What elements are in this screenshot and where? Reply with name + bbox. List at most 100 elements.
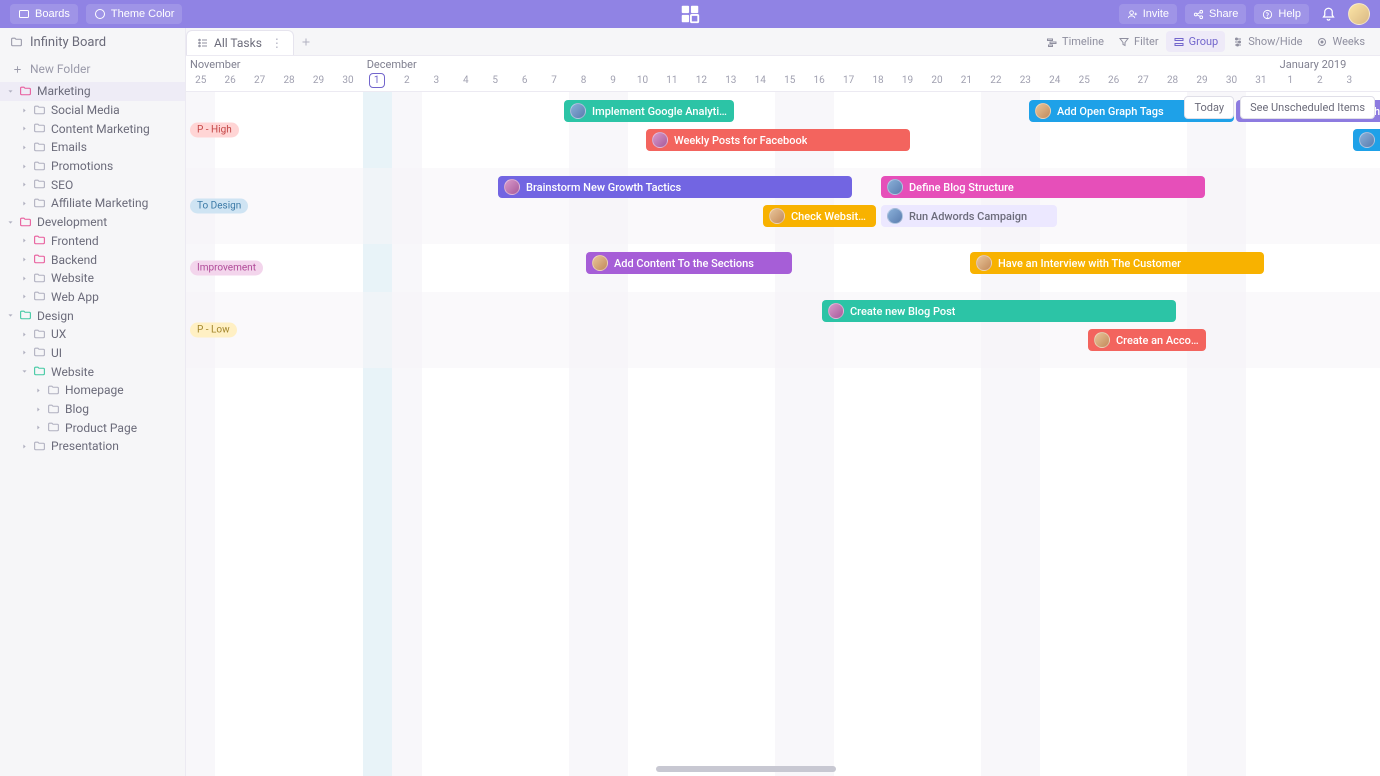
user-avatar[interactable] bbox=[1348, 3, 1370, 25]
help-button[interactable]: Help bbox=[1254, 4, 1309, 24]
day-cell[interactable]: 22 bbox=[981, 75, 1010, 86]
toolbar-weeks[interactable]: Weeks bbox=[1309, 31, 1372, 52]
task-bar[interactable]: Implement Google Analytics bbox=[564, 100, 734, 122]
day-cell[interactable]: 30 bbox=[1217, 75, 1246, 86]
unscheduled-button[interactable]: See Unscheduled Items bbox=[1240, 96, 1375, 119]
day-cell[interactable]: 26 bbox=[1099, 75, 1128, 86]
day-cell[interactable]: 24 bbox=[1040, 75, 1069, 86]
tree-item[interactable]: Marketing bbox=[0, 82, 185, 101]
tree-item[interactable]: Content Marketing bbox=[0, 119, 185, 138]
task-bar[interactable]: Weekly Posts for Facebook bbox=[646, 129, 910, 151]
day-cell[interactable]: 3 bbox=[1335, 75, 1364, 86]
add-tab-button[interactable] bbox=[294, 28, 318, 55]
lane-tag[interactable]: To Design bbox=[190, 198, 248, 213]
task-bar[interactable]: Add Content To the Sections bbox=[586, 252, 792, 274]
day-cell[interactable]: 25 bbox=[1070, 75, 1099, 86]
day-cell[interactable]: 7 bbox=[539, 75, 568, 86]
day-cell[interactable]: 1 bbox=[1276, 75, 1305, 86]
tree-item[interactable]: Product Page bbox=[0, 418, 185, 437]
task-bar[interactable]: Check Website P... bbox=[763, 205, 876, 227]
day-cell[interactable]: 30 bbox=[333, 75, 362, 86]
tree-item[interactable]: Website bbox=[0, 269, 185, 288]
day-cell[interactable]: 10 bbox=[628, 75, 657, 86]
lane-tag[interactable]: P - Low bbox=[190, 322, 237, 337]
chevron-right-icon[interactable] bbox=[34, 387, 42, 394]
day-cell[interactable]: 1 bbox=[369, 73, 385, 88]
day-cell[interactable]: 31 bbox=[1246, 75, 1275, 86]
chevron-right-icon[interactable] bbox=[6, 88, 14, 95]
chevron-right-icon[interactable] bbox=[20, 275, 28, 282]
tree-item[interactable]: Development bbox=[0, 213, 185, 232]
share-button[interactable]: Share bbox=[1185, 4, 1246, 24]
chevron-right-icon[interactable] bbox=[20, 368, 28, 375]
day-cell[interactable]: 11 bbox=[657, 75, 686, 86]
tree-item[interactable]: Frontend bbox=[0, 232, 185, 251]
day-cell[interactable]: 12 bbox=[687, 75, 716, 86]
tree-item[interactable]: Affiliate Marketing bbox=[0, 194, 185, 213]
chevron-right-icon[interactable] bbox=[20, 443, 28, 450]
chevron-right-icon[interactable] bbox=[20, 125, 28, 132]
chevron-right-icon[interactable] bbox=[20, 349, 28, 356]
day-cell[interactable]: 8 bbox=[569, 75, 598, 86]
tree-item[interactable]: Backend bbox=[0, 250, 185, 269]
tree-item[interactable]: Homepage bbox=[0, 381, 185, 400]
chevron-right-icon[interactable] bbox=[20, 237, 28, 244]
day-cell[interactable]: 2 bbox=[392, 75, 421, 86]
day-cell[interactable]: 13 bbox=[716, 75, 745, 86]
day-cell[interactable]: 26 bbox=[215, 75, 244, 86]
invite-button[interactable]: Invite bbox=[1119, 4, 1177, 24]
tab-more-icon[interactable]: ⋮ bbox=[271, 36, 283, 50]
tree-item[interactable]: UX bbox=[0, 325, 185, 344]
tree-item[interactable]: Web App bbox=[0, 288, 185, 307]
day-cell[interactable]: 29 bbox=[304, 75, 333, 86]
lane-tag[interactable]: P - High bbox=[190, 122, 239, 137]
tab-all-tasks[interactable]: All Tasks ⋮ bbox=[186, 30, 294, 55]
day-cell[interactable]: 6 bbox=[510, 75, 539, 86]
toolbar-filter[interactable]: Filter bbox=[1111, 31, 1166, 52]
task-bar[interactable]: Create an Acco... bbox=[1088, 329, 1206, 351]
tree-item[interactable]: Website bbox=[0, 362, 185, 381]
chevron-right-icon[interactable] bbox=[20, 181, 28, 188]
tree-item[interactable]: Presentation bbox=[0, 437, 185, 456]
day-cell[interactable]: 27 bbox=[1128, 75, 1157, 86]
toolbar-showhide[interactable]: Show/Hide bbox=[1225, 31, 1309, 52]
day-cell[interactable]: 17 bbox=[834, 75, 863, 86]
tree-item[interactable]: Emails bbox=[0, 138, 185, 157]
scrollbar-thumb[interactable] bbox=[656, 766, 836, 772]
theme-button[interactable]: Theme Color bbox=[86, 4, 183, 24]
day-cell[interactable]: 3 bbox=[422, 75, 451, 86]
task-bar[interactable]: Brainstorm New Growth Tactics bbox=[498, 176, 852, 198]
day-cell[interactable]: 9 bbox=[598, 75, 627, 86]
chevron-right-icon[interactable] bbox=[20, 144, 28, 151]
tree-item[interactable]: Design bbox=[0, 306, 185, 325]
new-folder-button[interactable]: New Folder bbox=[0, 56, 185, 82]
chevron-right-icon[interactable] bbox=[6, 312, 14, 319]
tree-item[interactable]: Social Media bbox=[0, 101, 185, 120]
day-cell[interactable]: 4 bbox=[451, 75, 480, 86]
day-cell[interactable]: 16 bbox=[804, 75, 833, 86]
task-bar[interactable]: Create new Blog Post bbox=[822, 300, 1176, 322]
task-bar[interactable]: Have an Interview with The Customer bbox=[970, 252, 1264, 274]
toolbar-timeline[interactable]: Timeline bbox=[1039, 31, 1111, 52]
day-cell[interactable]: 15 bbox=[775, 75, 804, 86]
notifications-button[interactable] bbox=[1317, 3, 1340, 26]
tree-item[interactable]: Blog bbox=[0, 400, 185, 419]
day-cell[interactable]: 23 bbox=[1011, 75, 1040, 86]
day-cell[interactable]: 28 bbox=[1158, 75, 1187, 86]
chevron-right-icon[interactable] bbox=[20, 107, 28, 114]
day-cell[interactable]: 27 bbox=[245, 75, 274, 86]
tree-item[interactable]: SEO bbox=[0, 175, 185, 194]
tree-item[interactable]: UI bbox=[0, 344, 185, 363]
day-cell[interactable]: 21 bbox=[952, 75, 981, 86]
day-cell[interactable]: 14 bbox=[746, 75, 775, 86]
task-bar[interactable]: Define Budget for Ads bbox=[1353, 129, 1380, 151]
toolbar-group[interactable]: Group bbox=[1166, 31, 1226, 52]
lane-tag[interactable]: Improvement bbox=[190, 260, 263, 275]
today-button[interactable]: Today bbox=[1184, 96, 1234, 119]
chevron-right-icon[interactable] bbox=[20, 200, 28, 207]
chevron-right-icon[interactable] bbox=[20, 293, 28, 300]
chevron-right-icon[interactable] bbox=[20, 256, 28, 263]
tree-item[interactable]: Promotions bbox=[0, 157, 185, 176]
day-cell[interactable]: 20 bbox=[922, 75, 951, 86]
chevron-right-icon[interactable] bbox=[34, 424, 42, 431]
